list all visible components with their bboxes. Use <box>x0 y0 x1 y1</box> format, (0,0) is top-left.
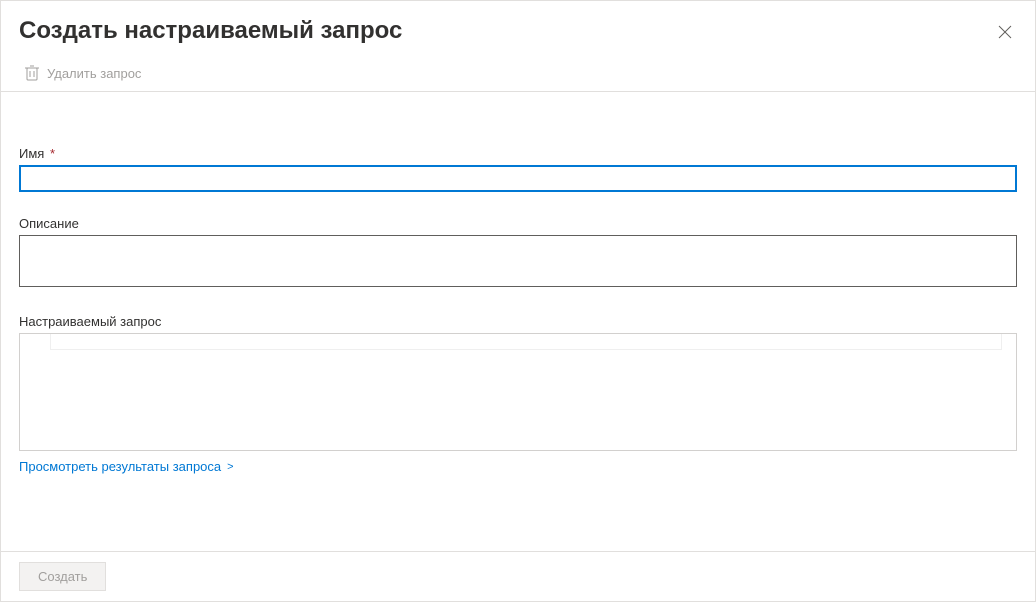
trash-icon <box>25 65 39 81</box>
toolbar: Удалить запрос <box>1 57 1035 92</box>
view-results-label: Просмотреть результаты запроса <box>19 459 221 474</box>
description-textarea[interactable] <box>19 235 1017 287</box>
view-results-link[interactable]: Просмотреть результаты запроса > <box>19 459 234 474</box>
query-editor-line <box>50 334 1002 350</box>
chevron-right-icon: > <box>227 461 233 473</box>
query-label: Настраиваемый запрос <box>19 314 1017 329</box>
delete-query-button: Удалить запрос <box>25 65 141 81</box>
dialog-title: Создать настраиваемый запрос <box>19 17 402 45</box>
query-editor[interactable] <box>19 333 1017 451</box>
create-button[interactable]: Создать <box>19 562 106 591</box>
close-icon <box>998 25 1012 42</box>
delete-query-label: Удалить запрос <box>47 66 141 81</box>
required-indicator: * <box>50 146 55 161</box>
dialog-footer: Создать <box>1 551 1035 601</box>
description-label: Описание <box>19 216 1017 231</box>
close-button[interactable] <box>995 23 1015 43</box>
dialog-header: Создать настраиваемый запрос <box>1 1 1035 57</box>
name-label: Имя * <box>19 146 1017 161</box>
form-body: Имя * Описание Настраиваемый запрос Прос… <box>1 92 1035 474</box>
name-input[interactable] <box>19 165 1017 192</box>
